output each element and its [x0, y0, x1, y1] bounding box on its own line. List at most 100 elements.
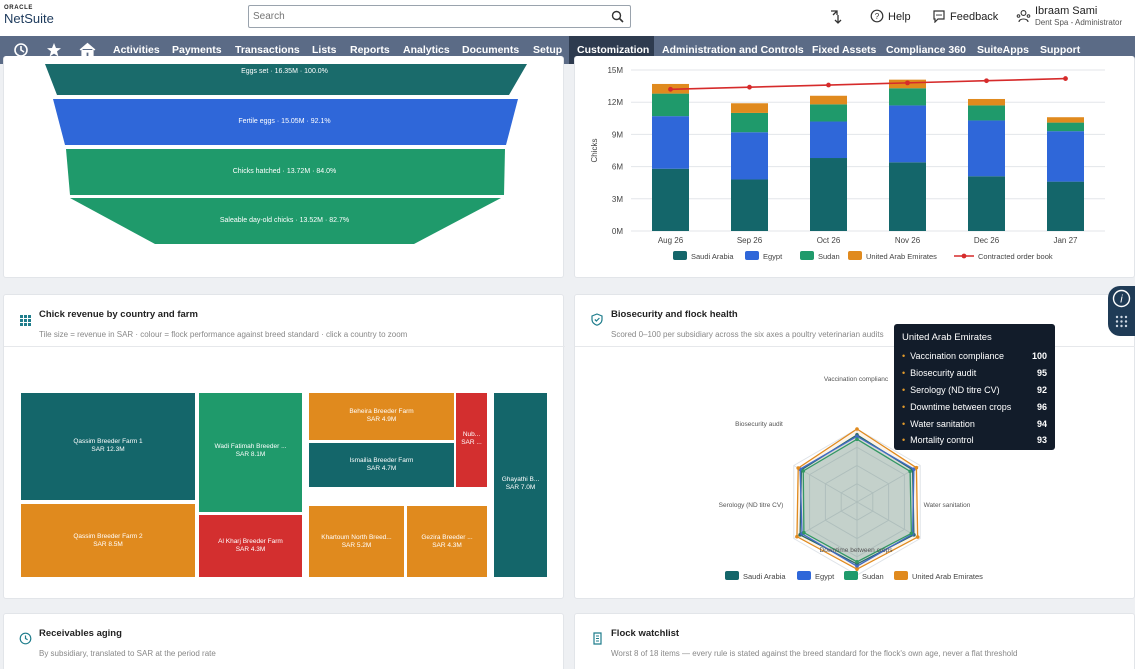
bar-segment[interactable]: [889, 105, 926, 163]
treemap-tile[interactable]: Qassim Breeder Farm 2 SAR 8.5M: [21, 504, 195, 577]
radar-point[interactable]: [855, 567, 859, 571]
treemap-tile[interactable]: Ghayathi B... SAR 7.0M: [494, 393, 547, 577]
bar-segment[interactable]: [652, 93, 689, 117]
legend-label[interactable]: Egypt: [763, 252, 783, 261]
side-assistant-widget[interactable]: i: [1108, 286, 1135, 336]
treemap-tile[interactable]: Ismailia Breeder Farm SAR 4.7M: [309, 443, 454, 487]
bar-segment[interactable]: [889, 162, 926, 231]
bar-segment[interactable]: [889, 88, 926, 106]
bar-segment[interactable]: [731, 132, 768, 180]
bar-segment[interactable]: [810, 95, 847, 105]
legend-line-marker: [961, 253, 967, 259]
x-tick-label: Dec 26: [974, 236, 1000, 245]
help-link[interactable]: Help: [888, 11, 911, 23]
bar-segment[interactable]: [968, 105, 1005, 121]
search-icon[interactable]: [611, 10, 624, 23]
global-search[interactable]: [248, 5, 631, 28]
user-menu[interactable]: Ibraam Sami Dent Spa - Administrator: [1035, 5, 1122, 27]
treemap-tile[interactable]: Wadi Fatimah Breeder ... SAR 8.1M: [199, 393, 302, 512]
bar-segment[interactable]: [1047, 181, 1084, 231]
bar-segment[interactable]: [968, 98, 1005, 106]
radar-point[interactable]: [914, 465, 919, 470]
y-axis-title: Chicks: [590, 138, 599, 162]
bullet-icon: •: [902, 351, 906, 362]
bar-segment[interactable]: [810, 104, 847, 122]
radar-axis-label: Water sanitation: [924, 502, 971, 509]
order-book-point[interactable]: [747, 84, 752, 90]
netsuite-logo[interactable]: ORACLE NetSuite: [4, 5, 54, 25]
tile-value: SAR 7.0M: [505, 483, 536, 491]
stage-name: Chicks hatched: [232, 168, 281, 175]
tile-name: Nub...: [462, 431, 481, 438]
legend-swatch[interactable]: [894, 571, 908, 580]
bar-segment[interactable]: [731, 112, 768, 133]
tooltip-value: 96: [1036, 401, 1047, 412]
radar-point[interactable]: [796, 466, 801, 470]
svg-text:?: ?: [875, 12, 880, 21]
user-roles-icon[interactable]: [1016, 9, 1031, 24]
card-divider: [4, 346, 565, 347]
tile-value: SAR 4.3M: [432, 541, 462, 549]
feedback-link[interactable]: Feedback: [950, 11, 998, 23]
watchlist-title: Flock watchlist: [611, 628, 680, 639]
treemap-tile[interactable]: Al Kharj Breeder Farm SAR 4.3M: [199, 515, 302, 577]
search-input[interactable]: [249, 6, 599, 27]
legend-label[interactable]: United Arab Emirates: [866, 252, 937, 261]
tooltip-value: 94: [1036, 418, 1047, 429]
legend-label[interactable]: Saudi Arabia: [691, 252, 734, 261]
legend-swatch[interactable]: [725, 571, 739, 580]
legend-label[interactable]: Sudan: [862, 572, 884, 581]
bar-segment[interactable]: [731, 103, 768, 113]
order-book-point[interactable]: [984, 78, 989, 84]
legend-swatch[interactable]: [848, 251, 862, 260]
legend-swatch[interactable]: [797, 571, 811, 580]
legend-swatch[interactable]: [745, 251, 759, 260]
legend-label[interactable]: Saudi Arabia: [743, 572, 786, 581]
radar-point[interactable]: [855, 427, 859, 431]
treemap-tile[interactable]: Khartoum North Breed... SAR 5.2M: [309, 506, 404, 577]
info-icon[interactable]: i: [1112, 289, 1131, 308]
bar-segment[interactable]: [810, 158, 847, 231]
bar-segment[interactable]: [1047, 117, 1084, 123]
legend-label[interactable]: Sudan: [818, 252, 840, 261]
bar-segment[interactable]: [652, 168, 689, 231]
tooltip-row: • Water sanitation 94: [902, 415, 1047, 432]
legend-swatch[interactable]: [844, 571, 858, 580]
bar-segment[interactable]: [731, 179, 768, 231]
treemap-tile[interactable]: Gezira Breeder ... SAR 4.3M: [407, 506, 487, 577]
treemap-tile[interactable]: Nub... SAR ...: [456, 393, 487, 487]
apps-grid-icon[interactable]: [1114, 314, 1129, 329]
order-book-point[interactable]: [826, 82, 831, 88]
legend-label[interactable]: Contracted order book: [978, 252, 1053, 261]
tile-name: Wadi Fatimah Breeder ...: [214, 443, 287, 450]
x-tick-label: Nov 26: [895, 236, 921, 245]
stage-value: 16.35M: [274, 68, 298, 75]
radar-point[interactable]: [915, 535, 920, 539]
bar-segment[interactable]: [968, 120, 1005, 177]
bar-segment[interactable]: [810, 121, 847, 159]
treemap-tile[interactable]: Qassim Breeder Farm 1 SAR 12.3M: [21, 393, 195, 500]
watchlist-subtitle: Worst 8 of 18 items — every rule is stat…: [611, 649, 1018, 658]
order-book-point[interactable]: [1063, 76, 1068, 81]
order-book-point[interactable]: [668, 86, 673, 92]
bar-segment[interactable]: [1047, 122, 1084, 132]
receivables-title: Receivables aging: [39, 628, 122, 639]
bar-segment[interactable]: [968, 176, 1005, 231]
radar-axis-label: Serology (ND titre CV): [719, 502, 784, 509]
tile-value: SAR ...: [461, 438, 482, 446]
bar-segment[interactable]: [652, 116, 689, 169]
legend-label[interactable]: United Arab Emirates: [912, 572, 983, 581]
treemap-tile[interactable]: Beheira Breeder Farm SAR 4.9M: [309, 393, 454, 440]
bar-segment[interactable]: [1047, 131, 1084, 182]
radar-point[interactable]: [795, 534, 799, 539]
tile-name: Beheira Breeder Farm: [349, 408, 414, 415]
order-book-point[interactable]: [905, 80, 910, 86]
recent-records-icon[interactable]: [828, 9, 842, 25]
feedback-icon[interactable]: [932, 9, 946, 23]
tile-name: Ismailia Breeder Farm: [349, 457, 414, 464]
legend-swatch[interactable]: [673, 251, 687, 260]
help-icon[interactable]: ?: [870, 9, 884, 23]
legend-swatch[interactable]: [800, 251, 814, 260]
legend-label[interactable]: Egypt: [815, 572, 835, 581]
user-name: Ibraam Sami: [1035, 5, 1098, 17]
